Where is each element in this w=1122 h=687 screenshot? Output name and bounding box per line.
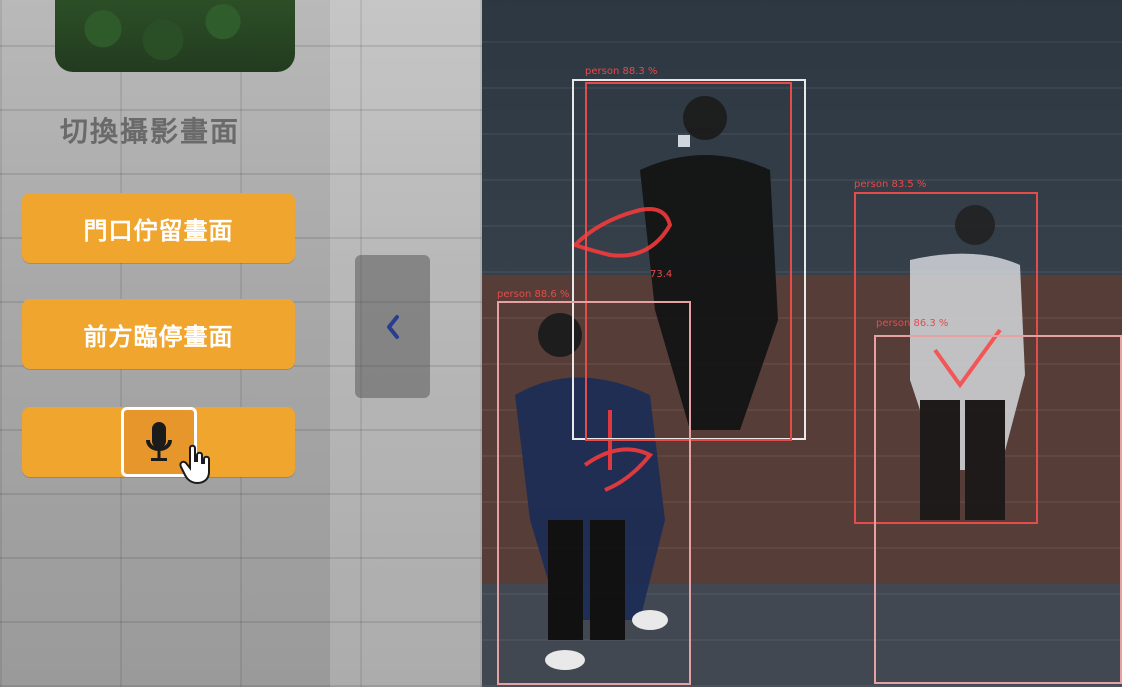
detection-score: 73.4 — [650, 269, 673, 280]
panel-collapse-handle[interactable] — [355, 255, 430, 398]
microphone-button-icon-wrapper[interactable] — [120, 407, 210, 484]
front-temporary-parking-view-button[interactable]: 前方臨停畫面 — [22, 299, 295, 369]
bbox-person-2 — [497, 301, 691, 685]
chevron-left-icon — [386, 314, 399, 339]
detection-label-4: person 86.3 % — [876, 318, 949, 329]
detection-label-1: person 88.3 % — [585, 66, 658, 77]
camera-view: person 88.3 % person 88.6 % 73.4 person … — [0, 0, 1122, 687]
panel-title: 切換攝影畫面 — [60, 115, 241, 148]
entrance-loitering-view-button[interactable]: 門口佇留畫面 — [22, 193, 295, 263]
detection-label-2: person 88.6 % — [497, 289, 570, 300]
hand-pointer-icon — [179, 444, 210, 484]
detection-label-3: person 83.5 % — [854, 179, 927, 190]
microphone-icon — [145, 422, 172, 461]
bbox-person-4 — [874, 335, 1122, 684]
voice-input-button[interactable] — [22, 407, 295, 484]
